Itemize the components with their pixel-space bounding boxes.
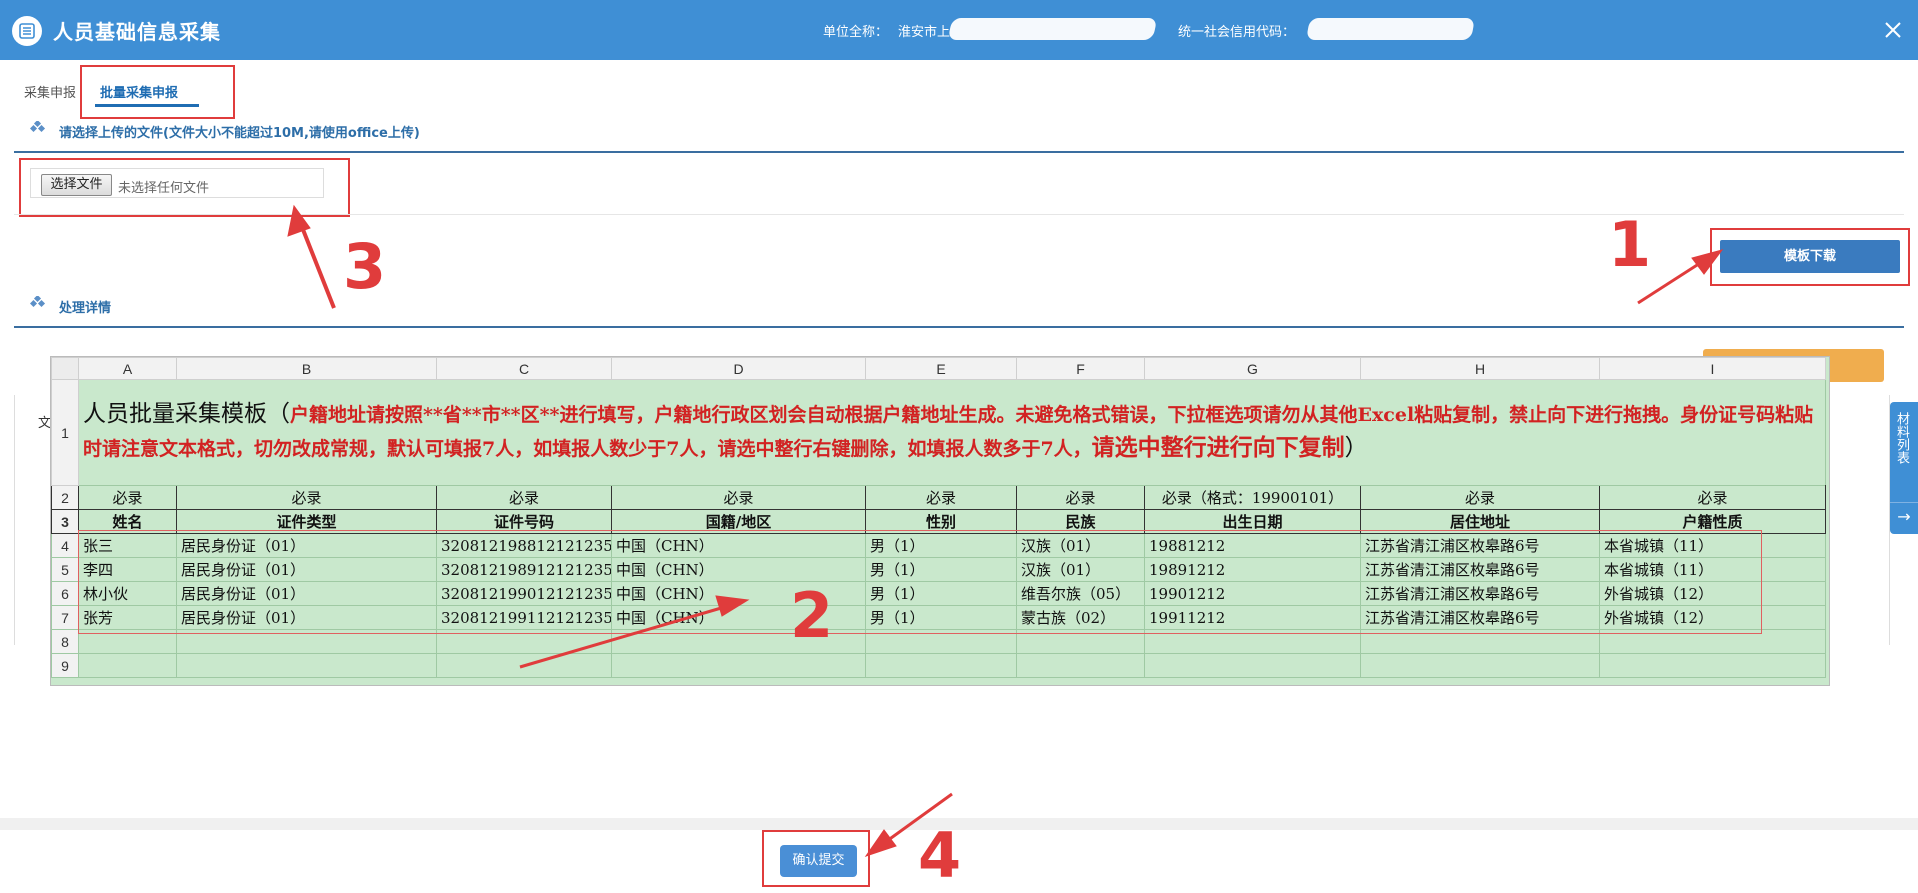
column-header: G — [1144, 357, 1361, 380]
column-header: F — [1016, 357, 1145, 380]
annotation-highlight-box — [80, 65, 235, 119]
title-main: 人员批量采集模板（ — [83, 401, 290, 427]
row-number: 5 — [51, 557, 79, 582]
diamond-cluster-icon — [30, 121, 46, 133]
required-cell: 必录 — [78, 485, 177, 510]
annotation-number-1: 1 — [1608, 208, 1652, 281]
row-number: 8 — [51, 629, 79, 654]
annotation-highlight-box — [19, 158, 350, 217]
credit-code-label: 统一社会信用代码： — [1178, 25, 1296, 40]
unit-name-label: 单位全称： — [823, 25, 889, 40]
empty-cell — [865, 653, 1017, 678]
empty-cell — [1360, 653, 1600, 678]
side-tab-label: 材料列表 — [1894, 412, 1909, 464]
row-number: 9 — [51, 653, 79, 678]
sheet-corner — [51, 357, 79, 380]
empty-cell — [176, 653, 437, 678]
required-cell: 必录 — [1016, 485, 1145, 510]
diamond-cluster-icon — [30, 296, 46, 308]
upload-section-title: 请选择上传的文件(文件大小不能超过10M,请使用office上传) — [59, 126, 420, 141]
empty-cell — [1016, 653, 1145, 678]
empty-cell — [1599, 653, 1826, 678]
annotation-number-3: 3 — [343, 230, 387, 303]
row-number: 6 — [51, 581, 79, 606]
section-divider — [14, 151, 1904, 153]
material-list-side-tab[interactable]: 材料列表 → — [1890, 402, 1918, 534]
empty-cell — [436, 653, 612, 678]
redaction-mark — [1306, 18, 1475, 40]
column-header: I — [1599, 357, 1826, 380]
app-title: 人员基础信息采集 — [53, 20, 221, 44]
tab-collect-declare[interactable]: 采集申报 — [24, 82, 76, 101]
details-section-title: 处理详情 — [59, 301, 112, 316]
required-cell: 必录 — [176, 485, 437, 510]
annotation-number-2: 2 — [790, 579, 834, 652]
arrow-right-icon[interactable]: → — [1890, 502, 1918, 530]
required-cell: 必录 — [1599, 485, 1826, 510]
row-number: 1 — [51, 379, 79, 486]
row-number: 2 — [51, 485, 79, 510]
column-header: B — [176, 357, 437, 380]
required-cell: 必录 — [865, 485, 1017, 510]
required-cell: 必录 — [436, 485, 612, 510]
unit-name-value: 淮安市上 — [898, 25, 951, 40]
title-instructions: 户籍地址请按照**省**市**区**进行填写，户籍地行政区划会自动根据户籍地址生… — [83, 404, 1814, 460]
column-header: H — [1360, 357, 1600, 380]
app-logo-icon — [12, 16, 42, 46]
row-number: 4 — [51, 533, 79, 558]
annotation-number-4: 4 — [918, 819, 962, 892]
annotation-highlight-box — [1710, 228, 1910, 286]
row-number: 7 — [51, 605, 79, 630]
row-number: 3 — [51, 509, 79, 534]
column-header: A — [78, 357, 177, 380]
annotation-highlight-box — [762, 830, 870, 887]
title-instructions-emphasis: 请选中整行进行向下复制 — [1091, 434, 1345, 461]
section-divider — [14, 326, 1904, 328]
required-cell: 必录（格式：19900101） — [1144, 485, 1361, 510]
redaction-mark — [947, 18, 1158, 40]
empty-cell — [78, 653, 177, 678]
template-title-cell: 人员批量采集模板（户籍地址请按照**省**市**区**进行填写，户籍地行政区划会… — [78, 379, 1826, 486]
column-header: C — [436, 357, 612, 380]
title-close-paren: ） — [1344, 435, 1368, 461]
required-cell: 必录 — [1360, 485, 1600, 510]
column-header: E — [865, 357, 1017, 380]
footer-divider — [0, 818, 1918, 830]
close-icon[interactable] — [1882, 19, 1904, 41]
app-header: 人员基础信息采集 单位全称： 淮安市上 统一社会信用代码： — [0, 0, 1918, 60]
excel-template-screenshot: A B C D E F G H I 1 人员批量采集模板（户籍地址请按照**省**市**区**进行填… — [50, 356, 1830, 686]
required-cell: 必录 — [611, 485, 866, 510]
annotation-highlight-box — [78, 530, 1762, 634]
empty-cell — [1144, 653, 1361, 678]
empty-cell — [611, 653, 866, 678]
column-header: D — [611, 357, 866, 380]
